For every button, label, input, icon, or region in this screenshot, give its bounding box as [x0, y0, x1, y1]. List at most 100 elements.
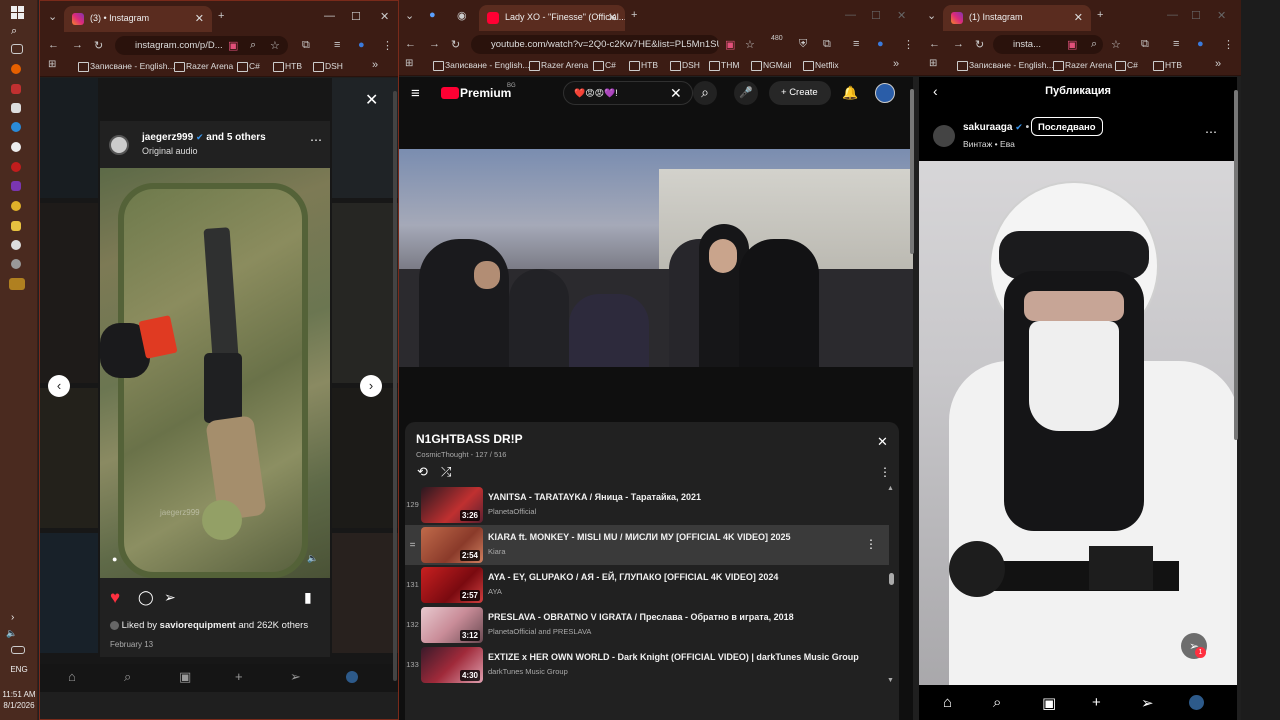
reload-icon[interactable]: ↻ [94, 39, 103, 52]
tab-list-icon[interactable]: ⌄ [48, 10, 57, 23]
tab-instagram[interactable]: (3) • Instagram ✕ [64, 6, 212, 32]
like-heart-icon[interactable]: ♥ [110, 588, 120, 608]
shuffle-icon[interactable]: ⤮ [441, 464, 451, 480]
bookmark-item[interactable]: NGMail [751, 60, 791, 71]
create-icon[interactable]: + [235, 669, 243, 684]
app-icon[interactable] [11, 84, 21, 94]
bookmark-item[interactable]: Razer Arena [1053, 60, 1112, 71]
back-icon[interactable]: ← [48, 39, 59, 51]
search-box[interactable]: ❤️😡😡💜! ✕ [563, 81, 693, 105]
avatar[interactable] [933, 125, 955, 147]
tab-youtube[interactable]: Lady XO - "Finesse" (Official... ✕ [479, 5, 625, 31]
zoom-icon[interactable]: ⌕ [1091, 38, 1097, 51]
maximize-button[interactable]: ☐ [871, 9, 881, 22]
search-icon[interactable]: ⌕ [993, 694, 1001, 711]
reload-icon[interactable]: ↻ [451, 38, 460, 51]
clear-search-icon[interactable]: ✕ [670, 85, 682, 102]
hamburger-menu-icon[interactable]: ≡ [411, 85, 420, 102]
scroll-down-icon[interactable]: ▼ [887, 677, 894, 684]
app-icon[interactable] [11, 103, 21, 113]
liked-by-user[interactable]: saviorequipment [160, 620, 236, 631]
tab-instagram[interactable]: (1) Instagram ✕ [943, 5, 1091, 31]
forward-icon[interactable]: → [429, 38, 440, 50]
close-tab-icon[interactable]: ✕ [1074, 11, 1083, 24]
app-icon[interactable] [11, 162, 21, 172]
minimize-button[interactable]: — [324, 10, 335, 22]
profile-avatar-icon[interactable] [346, 671, 358, 683]
chrome-active-icon[interactable] [9, 278, 25, 290]
bookmark-item[interactable]: THM [709, 60, 739, 71]
apps-grid-icon[interactable]: ⊞ [929, 58, 937, 69]
comment-icon[interactable]: ◯ [138, 589, 154, 606]
menu-icon[interactable]: ⋮ [1223, 38, 1234, 51]
playlist-menu-icon[interactable]: ⋮ [879, 465, 891, 479]
address-bar[interactable]: insta... [993, 35, 1103, 54]
more-bookmarks-icon[interactable]: » [1215, 58, 1221, 70]
profile-icon[interactable]: ● [1197, 38, 1204, 50]
more-options-icon[interactable]: ⋯ [310, 133, 322, 147]
bookmark-item[interactable]: Записване - English... [78, 61, 175, 72]
bookmark-item[interactable]: HTB [629, 60, 658, 71]
clock-time[interactable]: 11:51 AM [0, 690, 38, 699]
create-icon[interactable]: + [1092, 694, 1101, 711]
bookmark-star-icon[interactable]: ☆ [745, 38, 755, 51]
playlist-item-title[interactable]: PRESLAVA - OBRATNO V IGRATA / Преслава -… [488, 612, 794, 622]
bookmark-item[interactable]: DSH [670, 60, 700, 71]
pinned-tab-icon[interactable]: ● [429, 9, 436, 21]
language-indicator[interactable]: ENG [0, 665, 38, 674]
close-post-icon[interactable]: ✕ [365, 90, 378, 110]
bookmark-item[interactable]: HTB [273, 61, 302, 72]
post-author[interactable]: sakuraaga [963, 122, 1012, 133]
back-icon[interactable]: ← [405, 38, 416, 50]
tagged-people-icon[interactable]: ● [112, 554, 117, 564]
previous-post-button[interactable]: ‹ [48, 375, 70, 397]
voice-search-icon[interactable]: 🎤 [734, 81, 758, 105]
minimize-button[interactable]: — [1167, 9, 1178, 21]
apps-grid-icon[interactable]: ⊞ [405, 58, 413, 69]
page-scrollbar[interactable] [910, 89, 914, 254]
reload-icon[interactable]: ↻ [975, 38, 984, 51]
youtube-logo-text[interactable]: Premium [460, 86, 511, 100]
zoom-icon[interactable]: ⌕ [250, 39, 256, 52]
playlist-item[interactable]: 133 4:30 EXTIZE x HER OWN WORLD - Dark K… [405, 645, 889, 685]
next-post-button[interactable]: › [360, 375, 382, 397]
playlist-item-channel[interactable]: darkTunes Music Group [488, 667, 568, 676]
playlist-item-channel[interactable]: PlanetaOfficial [488, 507, 536, 516]
notifications-bell-icon[interactable]: 🔔 [842, 85, 858, 101]
avatar[interactable] [109, 135, 129, 155]
playlist-item-title[interactable]: AYA - EY, GLUPAKO / АЯ - ЕЙ, ГЛУПАКО [OF… [488, 572, 778, 582]
playlist-scrollbar[interactable] [889, 573, 894, 585]
chevron-up-icon[interactable]: › [11, 612, 27, 626]
firefox-icon[interactable] [11, 64, 21, 74]
task-view-icon[interactable] [11, 44, 23, 54]
bookmark-item[interactable]: Записване - English... [433, 60, 530, 71]
minimize-button[interactable]: — [845, 9, 856, 21]
profile-avatar-icon[interactable] [1189, 695, 1204, 710]
playlist-title[interactable]: N1GHTBASS DR!P [416, 432, 523, 446]
onenote-icon[interactable] [11, 181, 21, 191]
media-icon[interactable]: ≡ [853, 38, 859, 50]
bookmark-item[interactable]: Razer Arena [174, 61, 233, 72]
share-icon[interactable]: ➢ [164, 589, 176, 606]
extension-icon[interactable]: ▣ [1067, 38, 1077, 51]
following-button[interactable]: Последвано [1031, 117, 1103, 136]
menu-icon[interactable]: ⋮ [903, 38, 914, 51]
post-collaborators[interactable]: and 5 others [206, 132, 265, 143]
liked-by-suffix[interactable]: and 262K others [238, 620, 308, 631]
extension-counter-icon[interactable]: 480 [771, 35, 783, 42]
close-playlist-icon[interactable]: ✕ [877, 434, 888, 450]
forward-icon[interactable]: → [72, 39, 83, 51]
pinned-tab-icon[interactable]: ◉ [457, 9, 467, 22]
new-tab-button[interactable]: + [1097, 9, 1103, 21]
playlist-item-title[interactable]: YANITSA - TARATAYKA / Яница - Таратайка,… [488, 492, 701, 502]
bookmark-item[interactable]: DSH [313, 61, 343, 72]
windows-start-icon[interactable] [11, 6, 27, 20]
playlist-thumbnail[interactable]: 3:26 [421, 487, 483, 523]
extension-icon[interactable]: ▣ [228, 39, 238, 52]
app-icon[interactable] [11, 142, 21, 152]
bookmark-item[interactable]: C# [1115, 60, 1138, 71]
playlist-item-channel[interactable]: Kiara [488, 547, 506, 556]
search-button[interactable]: ⌕ [693, 81, 717, 105]
more-bookmarks-icon[interactable]: » [372, 59, 378, 71]
video-player[interactable] [399, 149, 913, 367]
